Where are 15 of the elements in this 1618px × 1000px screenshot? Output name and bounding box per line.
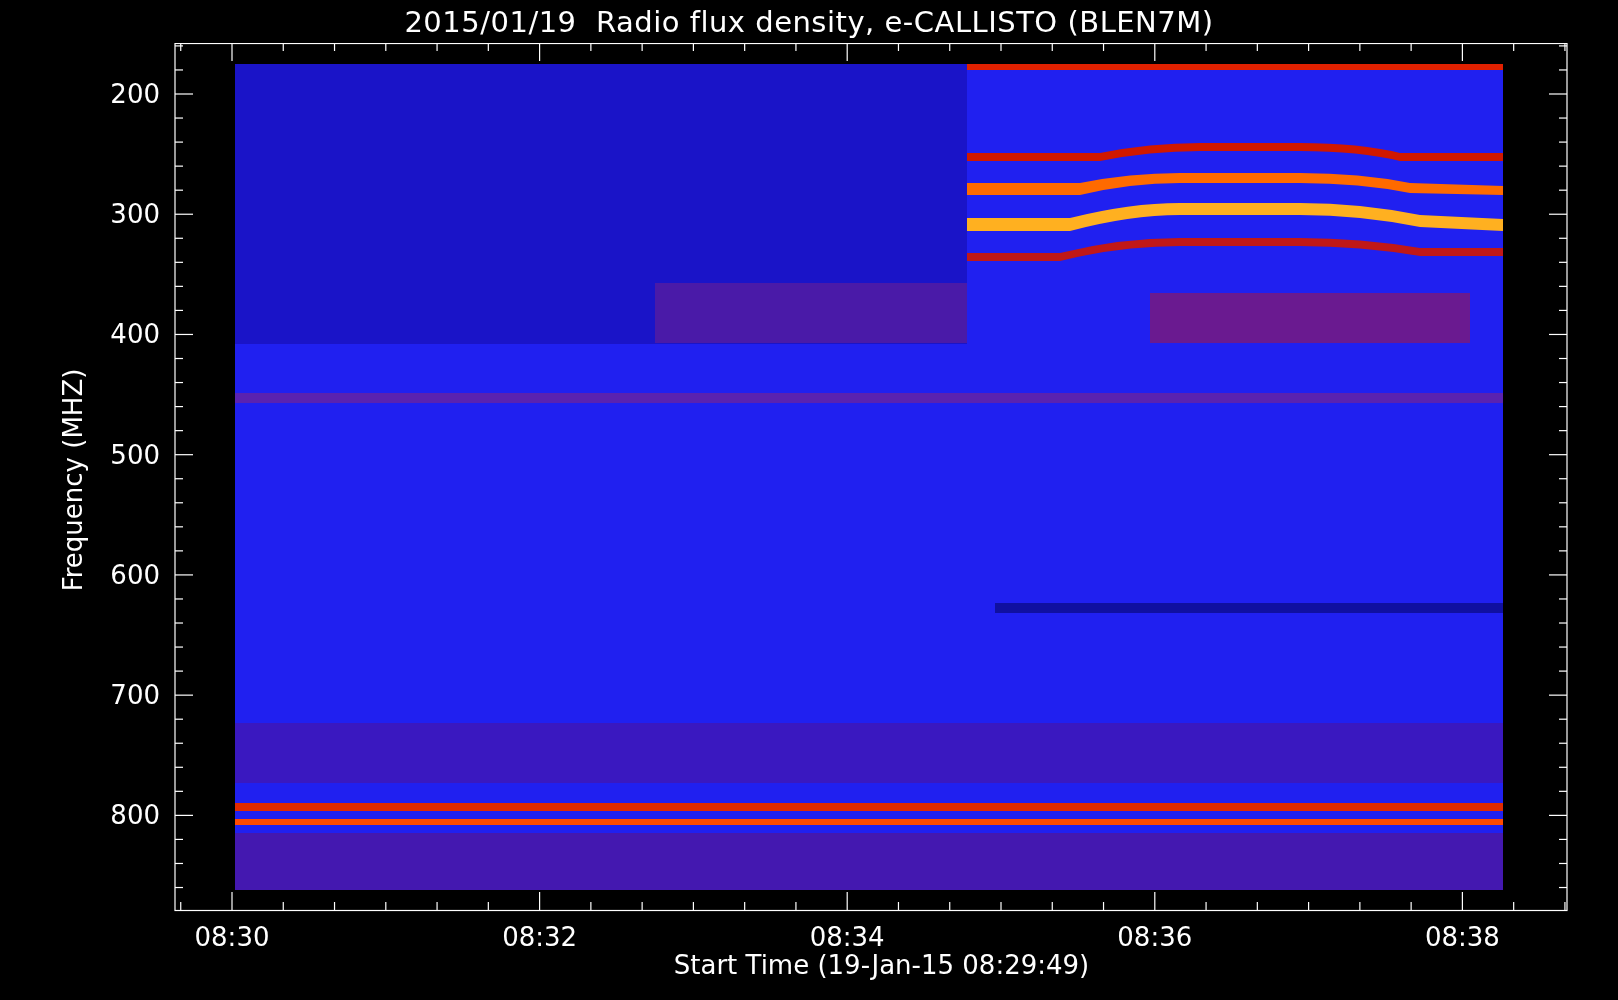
x-tick-label: 08:32 <box>502 922 578 950</box>
y-tick-label: 600 <box>110 559 160 590</box>
y-axis-label: Frequency (MHZ) <box>58 368 88 592</box>
x-axis-label: Start Time (19-Jan-15 08:29:49) <box>673 950 1090 980</box>
x-tick-label: 08:38 <box>1424 922 1500 950</box>
y-tick-label: 200 <box>110 79 160 109</box>
y-tick-label: 700 <box>110 680 160 711</box>
x-tick-label: 08:34 <box>809 922 885 950</box>
x-tick-label: 08:36 <box>1117 922 1193 950</box>
y-tick-label: 500 <box>110 439 160 470</box>
y-tick-label: 300 <box>110 199 160 230</box>
y-tick-label: 800 <box>110 800 160 831</box>
x-tick-label: 08:30 <box>194 922 270 950</box>
y-tick-label: 400 <box>110 319 160 350</box>
chart-title: 2015/01/19 Radio flux density, e-CALLISTO (BLEN7M) <box>404 4 1214 39</box>
